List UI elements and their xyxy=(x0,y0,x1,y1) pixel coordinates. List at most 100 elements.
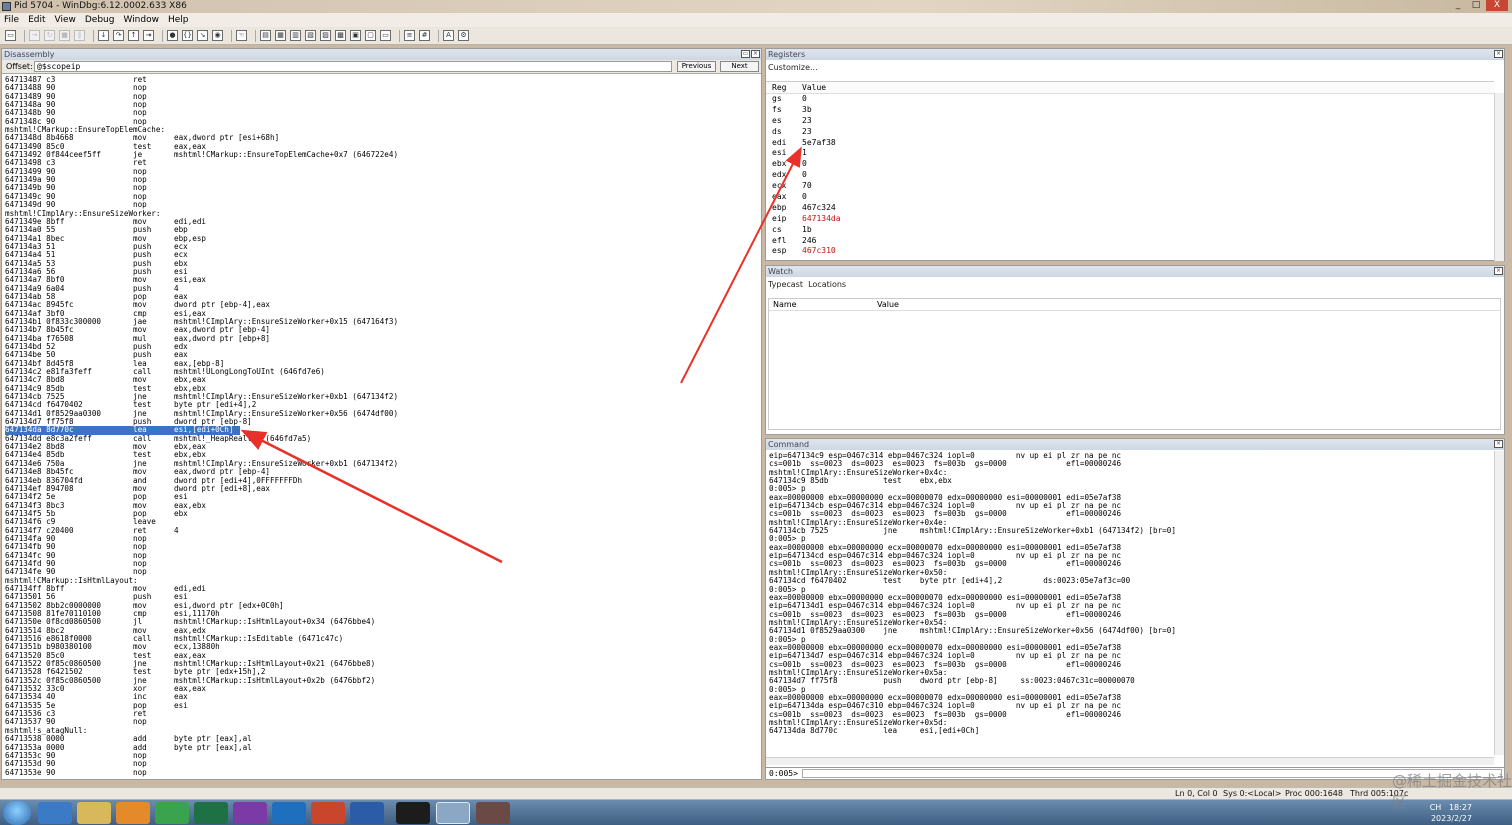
disasm-line[interactable]: 64713528 f6421502 test byte ptr [edx+15h],… xyxy=(5,668,760,676)
outlook-icon[interactable] xyxy=(272,802,306,824)
disasm-line[interactable]: 647134eb 836704fd and dword ptr [edi+4],0F… xyxy=(5,477,760,485)
disasm-line[interactable]: 647134e2 8bd8 mov ebx,eax xyxy=(5,443,760,451)
disasm-line[interactable]: 647134af 3bf0 cmp esi,eax xyxy=(5,310,760,318)
disasm-line[interactable]: mshtml!CMarkup::EnsureTopElemCache: xyxy=(5,126,760,134)
disasm-line[interactable]: 647134bf 8d45f8 lea eax,[ebp-8] xyxy=(5,360,760,368)
disasm-line[interactable]: 64713534 40 inc eax xyxy=(5,693,760,701)
disasm-line[interactable]: 647134a5 53 push ebx xyxy=(5,260,760,268)
go-icon[interactable]: → xyxy=(29,30,40,41)
avatar-icon[interactable] xyxy=(476,802,510,824)
disasm-line[interactable]: 6471348b 90 nop xyxy=(5,109,760,117)
disasm-line[interactable]: 6471350e 0f8cd0860500 jl mshtml!CMarkup::I… xyxy=(5,618,760,626)
disasm-line[interactable]: 647134fe 90 nop xyxy=(5,568,760,576)
disasm-line[interactable]: 647134b1 0f833c300000 jae mshtml!CImplAry:… xyxy=(5,318,760,326)
disasm-line[interactable]: 647134b7 8b45fc mov eax,dword ptr [ebp-4] xyxy=(5,326,760,334)
run-to-cursor-icon[interactable]: ⇥ xyxy=(143,30,154,41)
disasm-line[interactable]: 647134a4 51 push ecx xyxy=(5,251,760,259)
disasm-line[interactable]: 647134c2 e81fa3feff call mshtml!ULongLongT… xyxy=(5,368,760,376)
register-row[interactable]: ebx 0 xyxy=(766,159,1494,170)
disasm-line[interactable]: 64713487 c3 ret xyxy=(5,76,760,84)
source-toggle-icon[interactable]: ≡ xyxy=(404,30,415,41)
open-icon[interactable]: ▭ xyxy=(5,30,16,41)
source-mode-icon[interactable]: {} xyxy=(182,30,193,41)
memory-window-icon[interactable]: ▨ xyxy=(320,30,331,41)
registers-window-icon[interactable]: ▧ xyxy=(305,30,316,41)
disassembly-listing[interactable]: 64713487 c3 ret 64713488 90 nop 64713489 90 n… xyxy=(5,76,760,777)
breakpoint-icon[interactable]: ● xyxy=(167,30,178,41)
register-row[interactable]: eip 647134da xyxy=(766,214,1494,225)
break-icon[interactable]: ‖ xyxy=(74,30,85,41)
disasm-line[interactable]: 647134ef 894708 mov dword ptr [edi+8],eax xyxy=(5,485,760,493)
pane-close-icon[interactable]: × xyxy=(1494,267,1503,275)
menu-debug[interactable]: Debug xyxy=(85,13,115,27)
register-row[interactable]: ds 23 xyxy=(766,127,1494,138)
register-row[interactable]: es 23 xyxy=(766,116,1494,127)
disasm-line[interactable]: 647134a1 8bec mov ebp,esp xyxy=(5,235,760,243)
options-icon[interactable]: ⚙ xyxy=(458,30,469,41)
disasm-line[interactable]: 647134f2 5e pop esi xyxy=(5,493,760,501)
scratchpad-icon[interactable]: ▢ xyxy=(365,30,376,41)
disasm-line[interactable]: 6471353d 90 nop xyxy=(5,760,760,768)
processes-icon[interactable]: ▭ xyxy=(380,30,391,41)
word-icon[interactable] xyxy=(350,802,384,824)
disasm-line[interactable]: 647134c9 85db test ebx,ebx xyxy=(5,385,760,393)
disasm-line[interactable]: 647134d1 0f8529aa0300 jne mshtml!CImplAry:… xyxy=(5,410,760,418)
ie-icon[interactable] xyxy=(38,802,72,824)
disasm-line[interactable]: 647134fc 90 nop xyxy=(5,552,760,560)
step-into-icon[interactable]: ↓ xyxy=(98,30,109,41)
explorer-icon[interactable] xyxy=(77,802,111,824)
command-output[interactable]: eip=647134c9 esp=0467c314 ebp=0467c324 i… xyxy=(769,452,1491,754)
disasm-line[interactable]: 647134a9 6a04 push 4 xyxy=(5,285,760,293)
disasm-line[interactable]: 64713499 90 nop xyxy=(5,168,760,176)
disasm-line[interactable]: 6471349e 8bff mov edi,edi xyxy=(5,218,760,226)
disasm-line[interactable]: 64713501 56 push esi xyxy=(5,593,760,601)
typecast-button[interactable]: Typecast xyxy=(768,280,803,289)
disasm-line[interactable]: 6471349d 90 nop xyxy=(5,201,760,209)
disasm-line[interactable]: 6471349c 90 nop xyxy=(5,193,760,201)
disasm-line[interactable]: 64713490 85c0 test eax,eax xyxy=(5,143,760,151)
disassembly-window-icon[interactable]: ▣ xyxy=(350,30,361,41)
command-window-icon[interactable]: ▤ xyxy=(260,30,271,41)
disasm-line[interactable]: 647134be 50 push eax xyxy=(5,351,760,359)
disasm-line[interactable]: 6471348c 90 nop xyxy=(5,118,760,126)
excel-icon[interactable] xyxy=(194,802,228,824)
disasm-line[interactable]: 64713522 0f85c0860500 jne mshtml!CMarkup::… xyxy=(5,660,760,668)
register-row[interactable]: fs 3b xyxy=(766,105,1494,116)
disasm-line[interactable]: 6471353e 90 nop xyxy=(5,769,760,777)
disasm-line[interactable]: 647134a6 56 push esi xyxy=(5,268,760,276)
disasm-line[interactable]: 6471352c 0f85c0860500 jne mshtml!CMarkup::… xyxy=(5,677,760,685)
disasm-line[interactable]: 6471353c 90 nop xyxy=(5,752,760,760)
step-out-icon[interactable]: ↑ xyxy=(128,30,139,41)
disasm-line[interactable]: 647134c7 8bd8 mov ebx,eax xyxy=(5,376,760,384)
disasm-line[interactable]: 647134bd 52 push edx xyxy=(5,343,760,351)
locations-button[interactable]: Locations xyxy=(808,280,846,289)
register-row[interactable]: ecx 70 xyxy=(766,181,1494,192)
disasm-line[interactable]: 647134a7 8bf0 mov esi,eax xyxy=(5,276,760,284)
powerpoint-icon[interactable] xyxy=(311,802,345,824)
customize-button[interactable]: Customize... xyxy=(768,63,818,72)
disasm-line[interactable]: 64713508 81fe70110100 cmp esi,11170h xyxy=(5,610,760,618)
disasm-line[interactable]: 64713489 90 nop xyxy=(5,93,760,101)
register-row[interactable]: edx 0 xyxy=(766,170,1494,181)
command-hscrollbar[interactable] xyxy=(766,757,1494,765)
disasm-line[interactable]: 647134f6 c9 leave xyxy=(5,518,760,526)
close-button[interactable]: X xyxy=(1486,0,1508,11)
disasm-line[interactable]: 647134a0 55 push ebp xyxy=(5,226,760,234)
disasm-line[interactable]: 647134fd 90 nop xyxy=(5,560,760,568)
menu-edit[interactable]: Edit xyxy=(28,13,45,27)
register-row[interactable]: edi 5e7af38 xyxy=(766,138,1494,149)
disasm-line[interactable]: 647134f3 8bc3 mov eax,ebx xyxy=(5,502,760,510)
hex-toggle-icon[interactable]: # xyxy=(419,30,430,41)
disasm-line[interactable]: mshtml!CMarkup::IsHtmlLayout: xyxy=(5,577,760,585)
title-bar[interactable]: Pid 5704 - WinDbg:6.12.0002.633 X86 _ □ … xyxy=(0,0,1512,13)
current-instruction-line[interactable]: 647134da 8d770c lea esi,[edi+0Ch] xyxy=(5,426,240,435)
disasm-line[interactable]: 6471349b 90 nop xyxy=(5,184,760,192)
disasm-line[interactable]: 647134fb 90 nop xyxy=(5,543,760,551)
disasm-line[interactable]: 6471349a 90 nop xyxy=(5,176,760,184)
step-over-icon[interactable]: ↷ xyxy=(113,30,124,41)
disasm-line[interactable]: 647134f5 5b pop ebx xyxy=(5,510,760,518)
chrome-icon[interactable] xyxy=(155,802,189,824)
disasm-line[interactable]: 64713520 85c0 test eax,eax xyxy=(5,652,760,660)
next-button[interactable]: Next xyxy=(720,61,759,72)
register-row[interactable]: gs 0 xyxy=(766,94,1494,105)
